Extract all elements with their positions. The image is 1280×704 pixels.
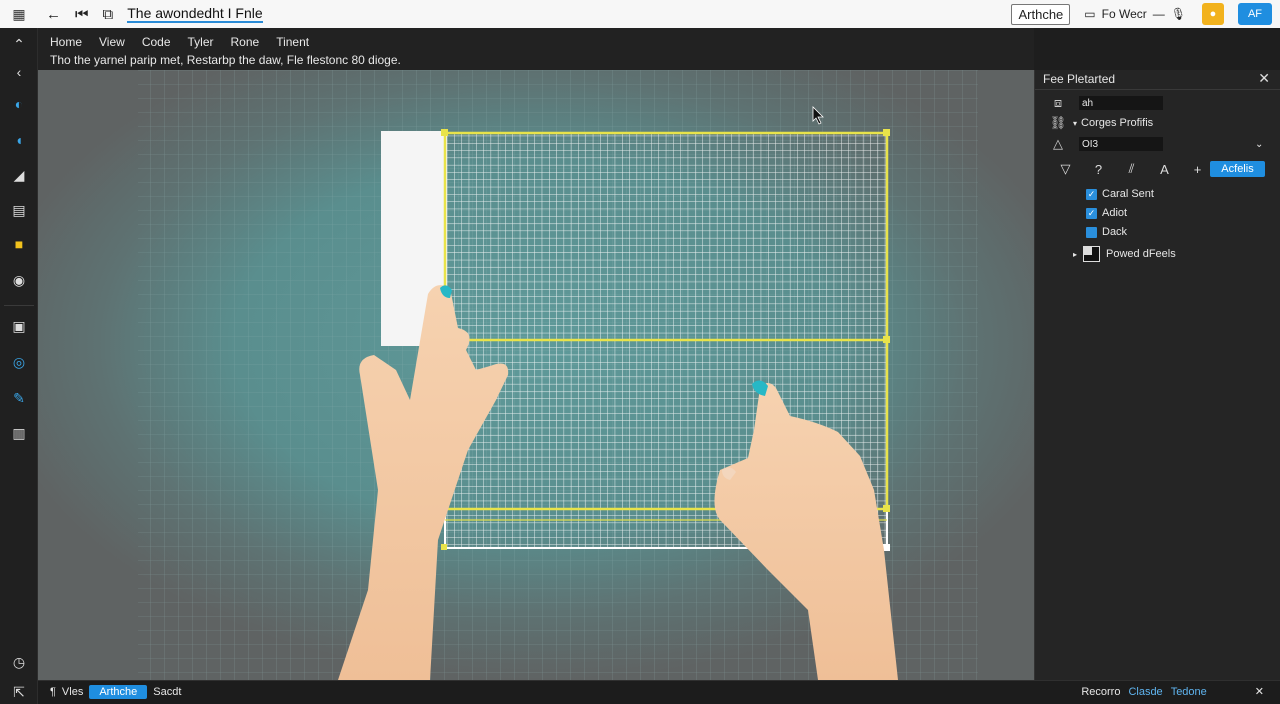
handle-top-left[interactable] bbox=[441, 129, 448, 136]
check-dack[interactable]: Dack bbox=[1086, 226, 1127, 238]
af-button[interactable]: AF bbox=[1238, 3, 1272, 25]
check-label: Dack bbox=[1102, 226, 1128, 238]
field-row-1: ⧈ bbox=[1049, 95, 1163, 111]
check-label: Adiot bbox=[1102, 207, 1128, 219]
apply-button[interactable]: Acfelis bbox=[1210, 161, 1265, 177]
tool-row: ▽ ? ⫽ A + bbox=[1049, 161, 1214, 177]
handle-top-right[interactable] bbox=[883, 129, 890, 136]
restore-window-icon[interactable]: ⧉ bbox=[103, 6, 114, 23]
folder-icon: ▭ bbox=[1084, 7, 1096, 21]
chevron-down-icon[interactable]: ⌄ bbox=[1255, 139, 1263, 150]
apps-grid-icon[interactable]: ▦ bbox=[0, 0, 38, 28]
layer-label: Powed dFeels bbox=[1106, 248, 1176, 260]
status-vles[interactable]: Vles bbox=[62, 686, 83, 698]
expand-arrow-icon[interactable]: ▸ bbox=[1073, 250, 1077, 259]
text-icon[interactable]: A bbox=[1148, 162, 1181, 177]
filter-icon[interactable]: ▽ bbox=[1049, 161, 1082, 177]
note-icon[interactable]: ■ bbox=[9, 234, 29, 254]
layer-thumbnail-icon bbox=[1083, 246, 1101, 262]
checkbox-checked-icon: ✓ bbox=[1086, 207, 1097, 219]
chevron-up-icon[interactable]: ⌃ bbox=[9, 34, 29, 54]
menu-item-tyler[interactable]: Tyler bbox=[188, 35, 214, 49]
image-icon[interactable]: ▣ bbox=[9, 316, 29, 336]
skip-back-icon[interactable]: ⏮ bbox=[75, 6, 89, 23]
caret-down-icon: ▾ bbox=[1073, 118, 1078, 128]
title-nav: ← ⏮ ⧉ bbox=[46, 6, 113, 23]
notification-button[interactable]: ● bbox=[1202, 3, 1224, 25]
close-icon[interactable]: ✕ bbox=[1258, 70, 1270, 87]
menu-item-tinent[interactable]: Tinent bbox=[276, 35, 309, 49]
menu-item-rone[interactable]: Rone bbox=[231, 35, 260, 49]
status-tedone[interactable]: Tedone bbox=[1171, 686, 1207, 698]
handle-corner[interactable] bbox=[883, 544, 890, 551]
close-icon[interactable]: ✕ bbox=[1255, 685, 1264, 698]
check-label: Caral Sent bbox=[1102, 188, 1154, 200]
target-icon[interactable]: ◎ bbox=[9, 352, 29, 372]
status-clasde[interactable]: Clasde bbox=[1128, 686, 1162, 698]
status-bar: ¶ Vles Arthche Sacdt Recorro Clasde Tedo… bbox=[38, 680, 1280, 704]
panel-title: Fee Pletarted bbox=[1043, 72, 1116, 86]
handle-bottom-right[interactable] bbox=[883, 505, 890, 512]
status-left: ¶ Vles Arthche Sacdt bbox=[50, 685, 181, 699]
menu-item-code[interactable]: Code bbox=[142, 35, 171, 49]
follow-label: Fo Wecr bbox=[1101, 7, 1147, 21]
canvas-area[interactable] bbox=[38, 70, 1034, 680]
checkbox-icon bbox=[1086, 226, 1097, 238]
profile-label: Corges Profifis bbox=[1081, 117, 1154, 129]
follow-control[interactable]: ▭ Fo Wecr — 🎙 bbox=[1084, 7, 1186, 21]
back-arrow-icon[interactable]: ← bbox=[46, 6, 61, 23]
layer-node[interactable]: ▸ Powed dFeels bbox=[1073, 246, 1176, 262]
canvas-artwork bbox=[38, 70, 1034, 680]
help-icon[interactable]: ? bbox=[1082, 162, 1115, 177]
properties-panel: Fee Pletarted ✕ ⧈ ⛓ ▾ Corges Profifis △ … bbox=[1034, 70, 1280, 680]
left-toolbar: ⌃ ‹ ◐ ◖ ◢ ▤ ■ ◉ ▣ ◎ ✎ ▥ ◷ ⇱ bbox=[0, 28, 38, 704]
layout-icon[interactable]: ▥ bbox=[9, 423, 29, 443]
globe-icon[interactable]: ◉ bbox=[9, 270, 29, 290]
triangle-icon: △ bbox=[1053, 136, 1063, 151]
status-recorro[interactable]: Recorro bbox=[1081, 686, 1120, 698]
check-adiot[interactable]: ✓ Adiot bbox=[1086, 207, 1127, 219]
document-edit-icon[interactable]: ▤ bbox=[9, 200, 29, 220]
pencil-icon[interactable]: ✎ bbox=[9, 388, 29, 408]
field-row-2: △ ⌄ bbox=[1049, 136, 1269, 152]
minus-icon: — bbox=[1152, 7, 1165, 21]
menu-item-view[interactable]: View bbox=[99, 35, 125, 49]
handle-mid-right[interactable] bbox=[883, 336, 890, 343]
checkbox-checked-icon: ✓ bbox=[1086, 188, 1097, 200]
panel-divider bbox=[1035, 89, 1280, 90]
toolbar-divider bbox=[4, 305, 34, 306]
share-icon[interactable]: ⇱ bbox=[9, 682, 29, 702]
field-1-input[interactable] bbox=[1079, 96, 1163, 110]
info-icon: ¶ bbox=[50, 686, 56, 698]
menu-item-home[interactable]: Home bbox=[50, 35, 82, 49]
profile-row[interactable]: ⛓ ▾ Corges Profifis bbox=[1049, 115, 1153, 131]
brush-icon[interactable]: ⫽ bbox=[1115, 161, 1148, 177]
status-active-tab[interactable]: Arthche bbox=[89, 685, 148, 699]
status-right: Recorro Clasde Tedone ✕ bbox=[1081, 685, 1264, 699]
menu-bar: Home View Code Tyler Rone Tinent Tho the… bbox=[38, 28, 1034, 70]
window-title: The awondedht I Fnle bbox=[127, 5, 263, 23]
status-sacdt[interactable]: Sacdt bbox=[153, 686, 181, 698]
hint-text: Tho the yarnel parip met, Restarbp the d… bbox=[50, 53, 401, 67]
drop-icon[interactable]: ◖ bbox=[9, 130, 29, 150]
check-caral-sent[interactable]: ✓ Caral Sent bbox=[1086, 188, 1154, 200]
palette-icon[interactable]: ◐ bbox=[9, 94, 29, 114]
clock-icon[interactable]: ◷ bbox=[9, 652, 29, 672]
link-icon: ⛓ bbox=[1049, 115, 1067, 130]
title-bar: ▦ ← ⏮ ⧉ The awondedht I Fnle Arthche ▭ F… bbox=[0, 0, 1280, 28]
field-2-input[interactable] bbox=[1079, 137, 1163, 151]
transform-icon: ⧈ bbox=[1053, 95, 1063, 110]
title-right-controls: Arthche ▭ Fo Wecr — 🎙 ● AF bbox=[1011, 0, 1272, 28]
chevron-left-icon[interactable]: ‹ bbox=[9, 62, 29, 82]
arthche-button[interactable]: Arthche bbox=[1011, 3, 1071, 25]
chart-icon[interactable]: ◢ bbox=[9, 165, 29, 185]
bell-icon: ● bbox=[1209, 8, 1217, 20]
menu-items: Home View Code Tyler Rone Tinent bbox=[50, 35, 326, 49]
microphone-icon[interactable]: 🎙 bbox=[1171, 7, 1186, 21]
